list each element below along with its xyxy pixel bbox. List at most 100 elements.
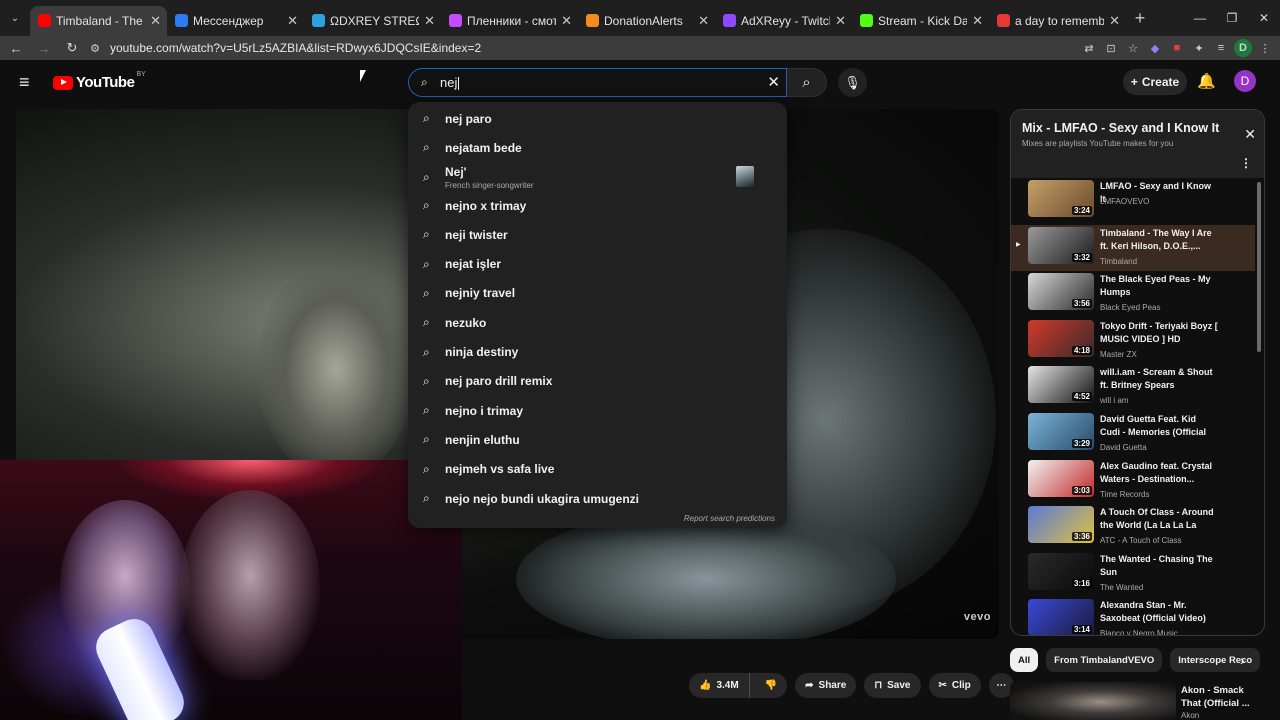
playlist-scrollbar[interactable] <box>1257 182 1261 352</box>
report-predictions-link[interactable]: Report search predictions <box>684 514 775 523</box>
forward-button[interactable]: → <box>32 36 56 60</box>
video-thumbnail[interactable]: 3:36 <box>1028 506 1094 544</box>
suggestion-item[interactable]: ⌕ nejniy travel <box>408 279 787 308</box>
recommended-video[interactable]: Akon - Smack That (Official ... Akon <box>1010 682 1270 720</box>
browser-menu-icon[interactable]: ⋮ <box>1256 39 1274 57</box>
video-title[interactable]: The Black Eyed Peas - My Humps <box>1100 273 1218 299</box>
account-avatar[interactable]: D <box>1234 70 1256 92</box>
browser-tab[interactable]: Timbaland - The Way I Are ✕ <box>30 6 167 36</box>
create-button[interactable]: + Create <box>1123 69 1187 95</box>
close-tab-icon[interactable]: ✕ <box>287 13 298 29</box>
video-title[interactable]: will.i.am - Scream & Shout ft. Britney S… <box>1100 366 1218 392</box>
browser-tab[interactable]: AdXReyy - Twitch ✕ <box>715 6 852 36</box>
clear-search-icon[interactable]: ✕ <box>767 73 780 91</box>
video-thumbnail[interactable]: 3:24 <box>1028 180 1094 217</box>
maximize-button[interactable]: ❐ <box>1216 0 1248 36</box>
playlist-item[interactable]: 3:29 David Guetta Feat. Kid Cudi - Memori… <box>1011 411 1255 457</box>
close-tab-icon[interactable]: ✕ <box>1109 13 1120 29</box>
video-thumbnail[interactable]: 3:03 <box>1028 459 1094 497</box>
search-value[interactable]: nej <box>440 75 460 91</box>
channel-name[interactable]: Akon <box>1181 711 1199 720</box>
video-thumbnail[interactable]: 3:32 <box>1028 226 1094 264</box>
profile-avatar[interactable]: D <box>1234 39 1252 57</box>
clip-button[interactable]: ✂ Clip <box>928 673 981 698</box>
tab-search-button[interactable]: ⌄ <box>0 0 30 36</box>
search-button[interactable]: ⌕ <box>787 68 827 97</box>
close-tab-icon[interactable]: ✕ <box>835 13 846 29</box>
video-title[interactable]: Alex Gaudino feat. Crystal Waters - Dest… <box>1100 460 1218 486</box>
close-tab-icon[interactable]: ✕ <box>561 13 572 29</box>
suggestion-item[interactable]: ⌕ nej paro drill remix <box>408 367 787 396</box>
playlist-title[interactable]: Mix - LMFAO - Sexy and I Know It <box>1022 121 1219 135</box>
suggestion-item[interactable]: ⌕ nej paro <box>408 104 787 133</box>
close-tab-icon[interactable]: ✕ <box>972 13 983 29</box>
notifications-bell-icon[interactable]: 🔔 <box>1197 72 1216 90</box>
video-title[interactable]: The Wanted - Chasing The Sun <box>1100 553 1218 579</box>
reading-list-icon[interactable]: ≡ <box>1212 39 1230 57</box>
video-thumbnail[interactable]: 3:14 <box>1028 599 1094 635</box>
playlist-item[interactable]: 3:24 LMFAO - Sexy and I Know It LMFAOVEVO <box>1011 178 1255 224</box>
reload-button[interactable]: ↻ <box>60 36 84 60</box>
search-input[interactable]: ⌕ nej ✕ <box>408 68 787 97</box>
site-info-icon[interactable]: ⚙ <box>84 42 106 55</box>
like-button[interactable]: 👍 3.4M <box>689 673 750 698</box>
suggestion-item[interactable]: ⌕ nenjin eluthu <box>408 425 787 454</box>
filter-chip[interactable]: All <box>1010 648 1039 672</box>
close-tab-icon[interactable]: ✕ <box>150 13 161 29</box>
playlist-item[interactable]: 4:52 will.i.am - Scream & Shout ft. Britn… <box>1011 364 1255 410</box>
browser-tab[interactable]: a day to remember end o ✕ <box>989 6 1126 36</box>
browser-tab[interactable]: Пленники - смотреть вид ✕ <box>441 6 578 36</box>
playlist-item[interactable]: 4:18 Tokyo Drift - Teriyaki Boyz [ MUSIC … <box>1011 318 1255 364</box>
back-button[interactable]: ← <box>4 36 28 60</box>
extension-icon[interactable]: ◆ <box>1146 39 1164 57</box>
video-title[interactable]: Timbaland - The Way I Are ft. Keri Hilso… <box>1100 227 1218 253</box>
suggestion-item[interactable]: ⌕ nejmeh vs safa live <box>408 455 787 484</box>
video-title[interactable]: David Guetta Feat. Kid Cudi - Memories (… <box>1100 413 1218 439</box>
playlist-item[interactable]: 3:56 The Black Eyed Peas - My Humps Black … <box>1011 271 1255 317</box>
close-window-button[interactable]: ✕ <box>1248 0 1280 36</box>
share-button[interactable]: ➦ Share <box>795 673 857 698</box>
playlist-item[interactable]: 3:03 Alex Gaudino feat. Crystal Waters - … <box>1011 458 1255 504</box>
video-thumbnail[interactable]: 4:18 <box>1028 319 1094 357</box>
suggestion-item[interactable]: ⌕ nejno x trimay <box>408 191 787 220</box>
close-icon[interactable]: ✕ <box>1244 126 1256 143</box>
video-thumbnail[interactable] <box>1010 682 1176 720</box>
suggestion-item[interactable]: ⌕ nejat işler <box>408 250 787 279</box>
video-title[interactable]: Tokyo Drift - Teriyaki Boyz [ MUSIC VIDE… <box>1100 320 1218 346</box>
minimize-button[interactable]: — <box>1184 0 1216 36</box>
new-tab-button[interactable]: + <box>1126 0 1154 36</box>
browser-tab[interactable]: DonationAlerts ✕ <box>578 6 715 36</box>
suggestion-item[interactable]: ⌕ nejatam bede <box>408 133 787 162</box>
playlist-item[interactable]: 3:14 Alexandra Stan - Mr. Saxobeat (Offic… <box>1011 597 1255 635</box>
close-tab-icon[interactable]: ✕ <box>698 13 709 29</box>
browser-tab[interactable]: ΩDXREY STREΩM CHΩT ✕ <box>304 6 441 36</box>
video-thumbnail[interactable]: 3:56 <box>1028 273 1094 311</box>
bookmark-star-icon[interactable]: ☆ <box>1124 39 1142 57</box>
browser-tab[interactable]: Мессенджер ✕ <box>167 6 304 36</box>
suggestion-item[interactable]: ⌕ nejno i trimay <box>408 396 787 425</box>
video-title[interactable]: A Touch Of Class - Around the World (La … <box>1100 506 1218 532</box>
chevron-right-icon[interactable]: › <box>1240 652 1245 668</box>
browser-tab[interactable]: Stream - Kick Dashboard ✕ <box>852 6 989 36</box>
extension-icon[interactable]: ■ <box>1168 39 1186 57</box>
translate-icon[interactable]: ⇄ <box>1080 39 1098 57</box>
playlist-item[interactable]: ▶ 3:32 Timbaland - The Way I Are ft. Keri … <box>1011 224 1255 271</box>
video-thumbnail[interactable]: 4:52 <box>1028 366 1094 404</box>
filter-chip[interactable]: Interscope Reco <box>1170 648 1261 672</box>
filter-chip[interactable]: From TimbalandVEVO <box>1046 648 1163 672</box>
close-tab-icon[interactable]: ✕ <box>424 13 435 29</box>
save-button[interactable]: ⊓ Save <box>864 673 921 698</box>
address-bar[interactable]: ⚙ youtube.com/watch?v=U5rLz5AZBIA&list=R… <box>84 36 1034 60</box>
suggestion-item[interactable]: ⌕ nejo nejo bundi ukagira umugenzi <box>408 484 787 513</box>
video-thumbnail[interactable]: 3:16 <box>1028 552 1094 590</box>
menu-icon[interactable]: ≡ <box>19 73 39 91</box>
playlist-item[interactable]: 3:36 A Touch Of Class - Around the World … <box>1011 504 1255 550</box>
suggestion-item[interactable]: ⌕ ninja destiny <box>408 338 787 367</box>
suggestion-item[interactable]: ⌕ nezuko <box>408 308 787 337</box>
youtube-logo[interactable]: YouTube BY <box>53 71 146 91</box>
url-text[interactable]: youtube.com/watch?v=U5rLz5AZBIA&list=RDw… <box>110 41 481 55</box>
video-title[interactable]: Akon - Smack That (Official ... <box>1181 684 1266 710</box>
dislike-button[interactable]: 👎 <box>755 673 787 698</box>
install-icon[interactable]: ⊡ <box>1102 39 1120 57</box>
suggestion-item[interactable]: ⌕ neji twister <box>408 220 787 249</box>
